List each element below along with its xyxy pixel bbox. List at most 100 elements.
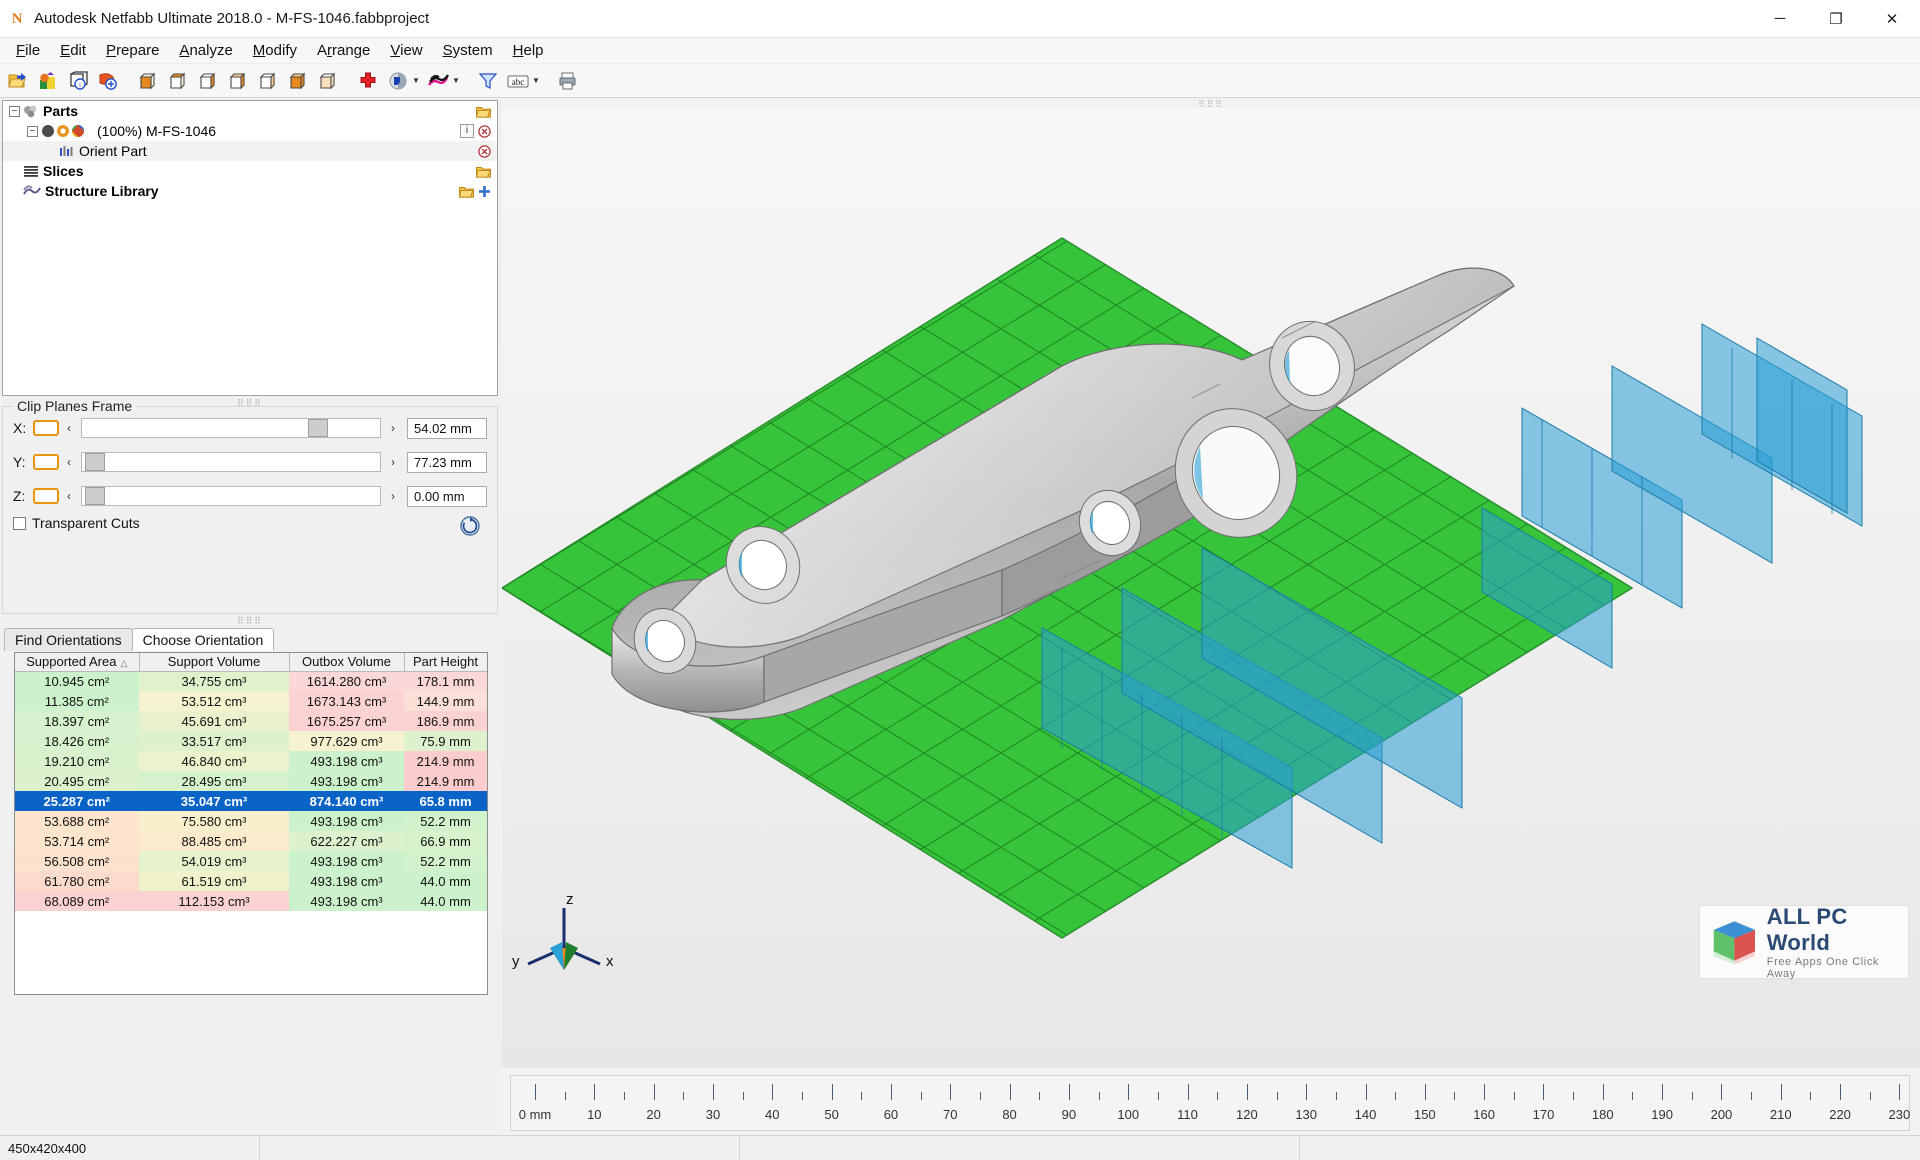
col-header-outbox-volume[interactable]: Outbox Volume (289, 653, 405, 672)
table-row[interactable]: 25.287 cm² 35.047 cm³ 874.140 cm³ 65.8 mm (15, 791, 487, 811)
clip-y-prev-button[interactable]: ‹ (59, 455, 79, 469)
table-row[interactable]: 11.385 cm² 53.512 cm³ 1673.143 cm³ 144.9 mm (15, 691, 487, 711)
tree-expander-icon[interactable]: − (9, 105, 20, 117)
cell-support-volume: 28.495 cm³ (139, 771, 289, 791)
cell-outbox-volume: 493.198 cm³ (289, 751, 404, 771)
table-row[interactable]: 18.397 cm² 45.691 cm³ 1675.257 cm³ 186.9 mm (15, 711, 487, 731)
menu-help[interactable]: Help (503, 40, 554, 61)
add-measure-icon[interactable] (94, 66, 124, 96)
view-cube-4-icon[interactable] (224, 66, 254, 96)
tree-row-actions: i (460, 124, 491, 138)
tree-row-100-m-fs-1046[interactable]: − (100%) M-FS-1046 i (3, 121, 497, 141)
panel-splitter-bottom[interactable]: ⠿⠿⠿ (0, 616, 500, 626)
transparent-cuts-row[interactable]: Transparent Cuts (3, 509, 497, 537)
tab-choose-orientation[interactable]: Choose Orientation (131, 628, 275, 651)
menu-analyze[interactable]: Analyze (169, 40, 242, 61)
menu-file[interactable]: File (6, 40, 50, 61)
table-row[interactable]: 10.945 cm² 34.755 cm³ 1614.280 cm³ 178.1 mm (15, 671, 487, 691)
close-button[interactable]: ✕ (1864, 0, 1920, 38)
clip-z-color-swatch[interactable] (33, 488, 59, 504)
view-cube-1-icon[interactable] (134, 66, 164, 96)
tab-find-orientations[interactable]: Find Orientations (4, 628, 133, 651)
close-circle-icon[interactable] (478, 124, 491, 138)
clip-y-slider[interactable] (81, 452, 381, 472)
clip-y-value-field[interactable]: 77.23 mm (407, 451, 487, 473)
menu-system[interactable]: System (433, 40, 503, 61)
table-row[interactable]: 53.714 cm² 88.485 cm³ 622.227 cm³ 66.9 mm (15, 831, 487, 851)
view-cube-6-icon[interactable] (284, 66, 314, 96)
cell-supported-area: 18.397 cm² (15, 711, 139, 731)
clip-z-slider-thumb[interactable] (84, 487, 105, 505)
clip-z-value-field[interactable]: 0.00 mm (407, 485, 487, 507)
table-row[interactable]: 68.089 cm² 112.153 cm³ 493.198 cm³ 44.0 mm (15, 891, 487, 911)
tree-row-orient-part[interactable]: Orient Part (3, 141, 497, 161)
part-info-badge[interactable]: i (460, 124, 474, 138)
title-bar: N Autodesk Netfabb Ultimate 2018.0 - M-F… (0, 0, 1920, 38)
cell-part-height: 75.9 mm (404, 731, 487, 751)
col-header-supported-area[interactable]: Supported Area △ (15, 653, 140, 672)
repair-cross-icon[interactable] (354, 66, 384, 96)
folder-open-icon[interactable] (459, 185, 474, 198)
tree-row-slices[interactable]: Slices (3, 161, 497, 181)
table-row[interactable]: 56.508 cm² 54.019 cm³ 493.198 cm³ 52.2 mm (15, 851, 487, 871)
clip-y-next-button[interactable]: › (383, 455, 403, 469)
transparent-cuts-checkbox[interactable] (13, 516, 26, 530)
project-tree[interactable]: − Parts − (100%) M-FS-1046 i Orient Part Slice… (2, 100, 498, 396)
folder-open-icon[interactable] (476, 165, 491, 178)
tree-row-parts[interactable]: − Parts (3, 101, 497, 121)
clip-x-slider-thumb[interactable] (308, 419, 329, 437)
menu-prepare[interactable]: Prepare (96, 40, 169, 61)
view-cube-7-icon[interactable] (314, 66, 344, 96)
clip-x-next-button[interactable]: › (383, 421, 403, 435)
clip-x-value-field[interactable]: 54.02 mm (407, 417, 487, 439)
menu-arrange[interactable]: Arrange (307, 40, 380, 61)
ruler-tick-minor (1691, 1092, 1693, 1100)
plus-icon[interactable] (478, 185, 491, 198)
menu-modify[interactable]: Modify (243, 40, 307, 61)
cut-funnel-icon[interactable] (474, 66, 504, 96)
clip-x-slider[interactable] (81, 418, 381, 438)
refresh-clip-icon[interactable] (459, 515, 481, 537)
clip-z-prev-button[interactable]: ‹ (59, 489, 79, 503)
clip-x-color-swatch[interactable] (33, 420, 59, 436)
part-info-icon[interactable]: i (64, 66, 94, 96)
ruler-tick-minor (1751, 1092, 1753, 1100)
axis-label-x: x (606, 953, 614, 970)
folder-open-icon[interactable] (476, 105, 491, 118)
clip-y-color-swatch[interactable] (33, 454, 59, 470)
table-row[interactable]: 61.780 cm² 61.519 cm³ 493.198 cm³ 44.0 mm (15, 871, 487, 891)
tree-expander-icon[interactable]: − (27, 125, 38, 137)
ruler-tick-major (772, 1084, 774, 1100)
view-cube-2-icon[interactable] (164, 66, 194, 96)
clip-planes-frame: Clip Planes Frame X: ‹ › 54.02 mm Y: ‹ ›… (2, 398, 498, 614)
menu-edit[interactable]: Edit (50, 40, 96, 61)
open-project-icon[interactable] (4, 66, 34, 96)
clip-z-next-button[interactable]: › (383, 489, 403, 503)
col-header-part-height[interactable]: Part Height (404, 653, 487, 672)
view-cube-5-icon[interactable] (254, 66, 284, 96)
support-waves-dropdown-icon[interactable] (424, 66, 454, 96)
clip-z-slider[interactable] (81, 486, 381, 506)
3d-viewport[interactable]: z y x ALL PC World Free Apps One Click A… (502, 108, 1920, 1068)
clip-x-prev-button[interactable]: ‹ (59, 421, 79, 435)
label-abc-dropdown-icon[interactable]: abc (504, 66, 534, 96)
col-header-support-volume[interactable]: Support Volume (139, 653, 290, 672)
table-row[interactable]: 53.688 cm² 75.580 cm³ 493.198 cm³ 52.2 mm (15, 811, 487, 831)
tree-row-actions (478, 144, 491, 158)
cell-part-height: 65.8 mm (404, 791, 487, 811)
tree-row-structure-library[interactable]: Structure Library (3, 181, 497, 201)
table-row[interactable]: 19.210 cm² 46.840 cm³ 493.198 cm³ 214.9 mm (15, 751, 487, 771)
minimize-button[interactable]: ─ (1752, 0, 1808, 38)
orientation-results-table[interactable]: Supported Area △ Support Volume Outbox Volu… (14, 652, 488, 995)
add-part-icon[interactable] (34, 66, 64, 96)
print-icon[interactable] (554, 66, 584, 96)
close-circle-icon[interactable] (478, 144, 491, 158)
sphere-dropdown-icon[interactable] (384, 66, 414, 96)
table-row[interactable]: 20.495 cm² 28.495 cm³ 493.198 cm³ 214.9 mm (15, 771, 487, 791)
ruler-tick-minor (1335, 1092, 1337, 1100)
clip-y-slider-thumb[interactable] (84, 453, 105, 471)
menu-view[interactable]: View (380, 40, 432, 61)
maximize-button[interactable]: ❐ (1808, 0, 1864, 38)
table-row[interactable]: 18.426 cm² 33.517 cm³ 977.629 cm³ 75.9 mm (15, 731, 487, 751)
view-cube-3-icon[interactable] (194, 66, 224, 96)
